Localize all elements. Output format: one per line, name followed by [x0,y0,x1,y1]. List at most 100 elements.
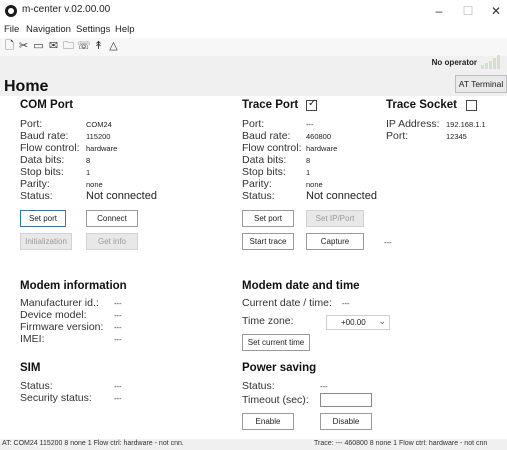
trace-flow-label: Flow control: [242,142,302,154]
disconnect-icon[interactable]: ✂ [17,40,30,53]
trace-set-port-button[interactable]: Set port [242,210,294,227]
trace-baud-label: Baud rate: [242,130,291,142]
menu-help[interactable]: Help [115,24,135,35]
trace-parity-label: Parity: [242,178,272,190]
manufacturer-value: --- [114,299,122,308]
antenna-icon[interactable]: ↟ [92,40,105,53]
ip-address-value: 192.168.1.1 [446,120,486,129]
disable-button[interactable]: Disable [320,413,372,430]
current-datetime-label: Current date / time: [242,297,332,309]
maximize-button[interactable]: ☐ [458,2,478,20]
trace-parity-value: none [306,180,323,189]
firmware-label: Firmware version: [20,321,104,333]
app-logo-icon [5,5,17,17]
com-data-bits-label: Data bits: [20,154,65,166]
status-bar: AT: COM24 115200 8 none 1 Flow ctrl: har… [0,439,507,450]
trace-socket-title: Trace Socket [386,99,457,111]
time-zone-select[interactable]: +00.00 ⌄ [326,315,390,330]
toolbar: 🗋 ✂ ▭ ✉ 🗀 ☏ ↟ △ [0,38,507,56]
initialization-button[interactable]: Initialization [20,233,72,250]
imei-value: --- [114,335,122,344]
current-datetime-value: --- [342,299,350,308]
page-title: Home [4,78,49,95]
trace-port-title: Trace Port [242,99,299,111]
minimize-button[interactable]: – [429,2,449,20]
trace-data-bits-value: 8 [306,156,311,165]
power-status-value: --- [320,382,328,391]
set-current-time-button[interactable]: Set current time [242,334,310,351]
power-saving-title: Power saving [242,362,317,374]
main-content: COM Port Port: COM24 Baud rate: 115200 F… [0,96,507,439]
com-stop-bits-label: Stop bits: [20,166,64,178]
power-status-label: Status: [242,380,275,392]
manufacturer-label: Manufacturer id.: [20,297,99,309]
signal-strength-icon [481,55,501,69]
security-status-value: --- [114,394,122,403]
com-data-bits-value: 8 [86,156,91,165]
time-zone-label: Time zone: [242,315,294,327]
status-trace: Trace: --- 460800 8 none 1 Flow ctrl: ha… [314,440,488,447]
screen-icon[interactable]: ▭ [32,40,45,53]
sim-status-label: Status: [20,380,53,392]
com-baud-label: Baud rate: [20,130,69,142]
connect-button[interactable]: Connect [86,210,138,227]
trace-data-bits-label: Data bits: [242,154,287,166]
com-baud-value: 115200 [86,132,111,141]
status-at: AT: COM24 115200 8 none 1 Flow ctrl: har… [2,440,184,447]
com-port-title: COM Port [20,99,74,111]
menu-settings[interactable]: Settings [76,24,110,35]
firmware-value: --- [114,323,122,332]
security-status-label: Security status: [20,392,92,404]
warning-icon[interactable]: △ [107,40,120,53]
com-stop-bits-value: 1 [86,168,91,177]
phonebook-icon[interactable]: ☏ [77,40,91,53]
device-model-value: --- [114,311,122,320]
start-trace-button[interactable]: Start trace [242,233,294,250]
sim-title: SIM [20,362,41,374]
menu-file[interactable]: File [4,24,19,35]
device-model-label: Device model: [20,309,87,321]
com-port-value: COM24 [86,120,112,129]
enable-button[interactable]: Enable [242,413,294,430]
get-info-button[interactable]: Get info [86,233,138,250]
trace-port-value: --- [306,120,314,129]
new-file-icon[interactable]: 🗋 [3,40,16,53]
trace-socket-checkbox[interactable] [466,100,477,111]
com-status-label: Status: [20,190,53,202]
com-port-label: Port: [20,118,43,130]
menu-bar: File Navigation Settings Help [0,22,507,38]
checkmark-icon: ✓ [308,98,317,109]
socket-port-value: 12345 [446,132,467,141]
com-parity-value: none [86,180,103,189]
trace-status-label: Status: [242,190,275,202]
chevron-down-icon: ⌄ [378,316,386,326]
set-port-button[interactable]: Set port [20,210,66,227]
capture-button[interactable]: Capture [306,233,364,250]
modem-datetime-title: Modem date and time [242,280,360,292]
time-zone-value: +00.00 [341,318,366,327]
at-terminal-button[interactable]: AT Terminal [455,75,507,93]
socket-port-label: Port: [386,130,409,142]
capture-value: --- [384,238,392,247]
operator-label: No operator [431,58,477,67]
modem-info-title: Modem information [20,280,127,292]
trace-port-label: Port: [242,118,265,130]
menu-navigation[interactable]: Navigation [26,24,71,35]
timeout-label: Timeout (sec): [242,394,309,406]
close-button[interactable]: ✕ [486,2,506,20]
timeout-input[interactable] [320,393,372,407]
imei-label: IMEI: [20,333,45,345]
message-icon[interactable]: ✉ [47,40,60,53]
folder-icon[interactable]: 🗀 [62,40,75,53]
com-parity-label: Parity: [20,178,50,190]
com-flow-label: Flow control: [20,142,80,154]
trace-status-value: Not connected [306,190,377,202]
title-bar: m-center v.02.00.00 – ☐ ✕ [0,0,507,22]
trace-baud-value: 460800 [306,132,332,141]
set-ip-port-button[interactable]: Set IP/Port [306,210,364,227]
sim-status-value: --- [114,382,122,391]
com-flow-value: hardware [86,144,118,153]
trace-port-checkbox[interactable]: ✓ [306,98,317,111]
trace-stop-bits-label: Stop bits: [242,166,286,178]
trace-stop-bits-value: 1 [306,168,311,177]
